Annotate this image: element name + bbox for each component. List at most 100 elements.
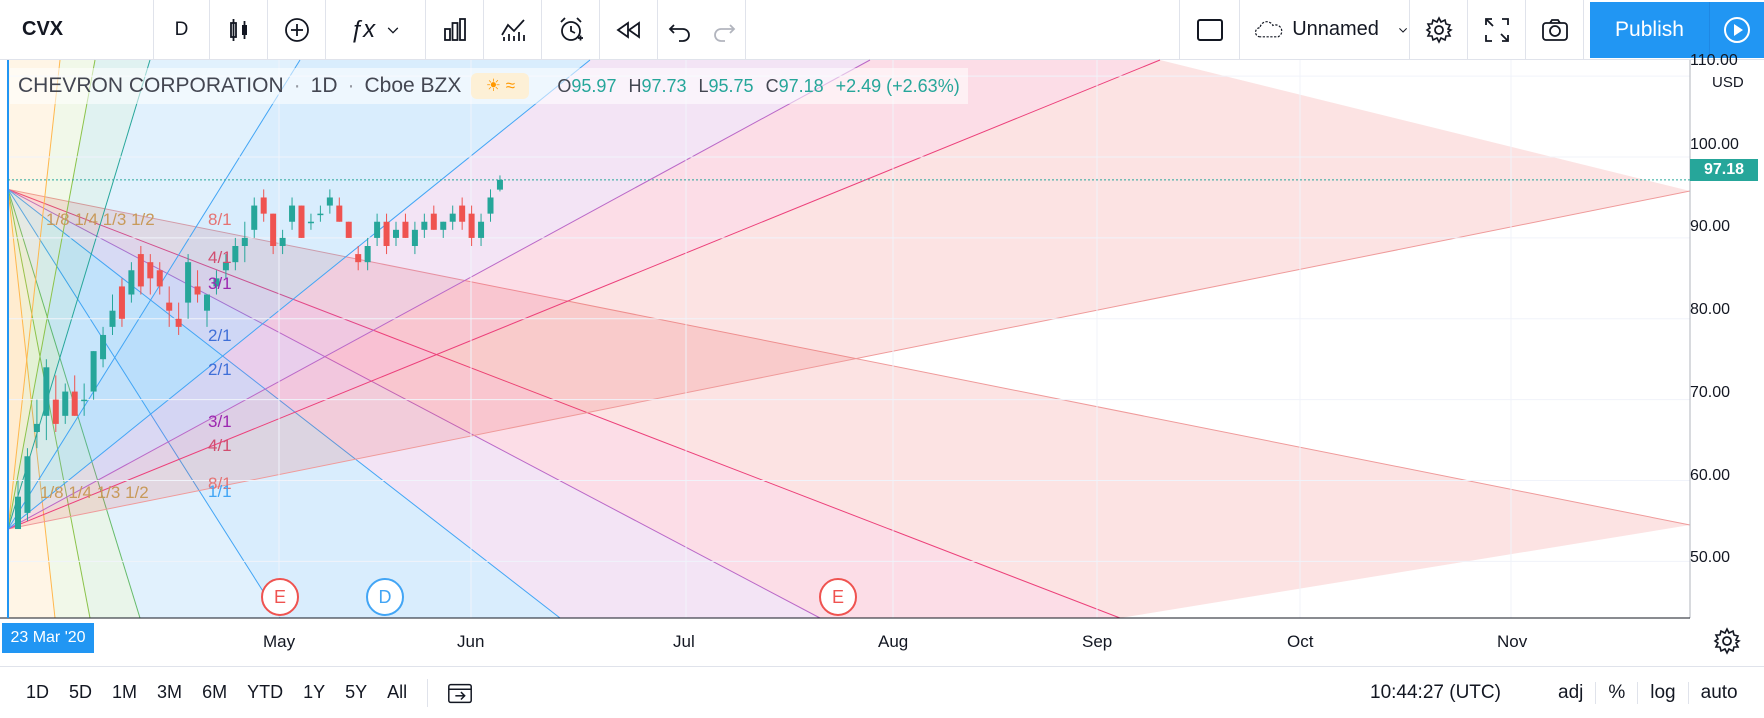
- candle-body: [147, 262, 154, 279]
- candle-body: [478, 221, 485, 238]
- chart-legend: CHEVRON CORPORATION · 1D · Cboe BZX ☀ ≈ …: [10, 68, 968, 104]
- candle-body: [411, 229, 418, 246]
- fan-label: 4/1: [208, 248, 232, 267]
- bottom-toolbar: 1D 5D 1M 3M 6M YTD 1Y 5Y All 10:44:27 (U…: [0, 666, 1764, 718]
- low-value: 95.75: [708, 75, 754, 96]
- time-tick: May: [263, 632, 296, 651]
- candle-body: [185, 262, 192, 303]
- candle-body: [175, 318, 182, 327]
- price-tick: 50.00: [1690, 549, 1731, 566]
- fan-label-upper-cluster: 1/8 1/4 1/3 1/2: [46, 210, 155, 229]
- candle-body: [100, 334, 107, 360]
- fan-label: 2/1: [208, 326, 232, 345]
- candle-body: [317, 213, 324, 216]
- earnings-event[interactable]: E: [819, 578, 857, 616]
- candle-body: [52, 399, 59, 424]
- candle: [298, 205, 305, 238]
- candle-body: [496, 179, 503, 190]
- candle-body: [326, 197, 333, 206]
- fan-label-lower-cluster: 1/8 1/4 1/3 1/2: [40, 483, 149, 502]
- last-price-tag: 97.18: [1690, 159, 1758, 181]
- time-tick: Aug: [878, 632, 909, 651]
- earnings-event[interactable]: E: [261, 578, 299, 616]
- price-tick: 60.00: [1690, 467, 1731, 484]
- candle-body: [289, 205, 296, 222]
- price-tick: 70.00: [1690, 384, 1731, 401]
- candle-body: [468, 213, 475, 238]
- candle-body: [270, 213, 277, 246]
- candle-body: [260, 197, 267, 214]
- candle-body: [345, 221, 352, 238]
- candle-body: [33, 423, 40, 432]
- high-value: 97.73: [641, 75, 687, 96]
- time-tick: Jun: [457, 632, 485, 651]
- fan-label: 4/1: [208, 436, 232, 455]
- candle-body: [298, 205, 305, 238]
- range-6m[interactable]: 6M: [192, 682, 237, 703]
- range-1y[interactable]: 1Y: [293, 682, 335, 703]
- gear-icon[interactable]: [1712, 626, 1742, 656]
- fan-label: 3/1: [208, 412, 232, 431]
- goto-date-icon[interactable]: [446, 679, 474, 707]
- candle-body: [402, 221, 409, 238]
- range-1m[interactable]: 1M: [102, 682, 147, 703]
- chart-canvas[interactable]: [0, 0, 1764, 718]
- close-value: 97.18: [778, 75, 824, 96]
- candle-body: [15, 496, 21, 530]
- legend-exchange: Cboe BZX: [364, 74, 462, 97]
- candle-body: [204, 294, 210, 311]
- change-value: +2.49 (+2.63%): [835, 75, 960, 96]
- candle-body: [307, 221, 314, 224]
- candle-body: [459, 205, 466, 222]
- symbol-name[interactable]: CHEVRON CORPORATION: [18, 74, 284, 98]
- price-tick: 110.00: [1690, 52, 1738, 69]
- candle-body: [383, 221, 390, 246]
- ohlc-values: O95.97 H97.73 L95.75 C97.18 +2.49 (+2.63…: [557, 75, 960, 96]
- candle-body: [194, 286, 201, 295]
- candle-body: [374, 221, 381, 238]
- range-3m[interactable]: 3M: [147, 682, 192, 703]
- adj-toggle[interactable]: adj: [1546, 682, 1595, 704]
- range-ytd[interactable]: YTD: [237, 682, 293, 703]
- currency-label: USD: [1712, 74, 1744, 91]
- candle-body: [279, 237, 286, 246]
- candle-body: [71, 391, 78, 416]
- market-status-icon[interactable]: ☀ ≈: [471, 73, 530, 99]
- candle-body: [166, 302, 173, 311]
- time-tick: Nov: [1497, 632, 1528, 651]
- candle-body: [421, 221, 428, 230]
- candle-body: [43, 367, 50, 416]
- percent-toggle[interactable]: %: [1595, 681, 1637, 704]
- log-toggle[interactable]: log: [1637, 681, 1687, 704]
- candle: [345, 221, 352, 238]
- candle-body: [62, 391, 69, 416]
- auto-toggle[interactable]: auto: [1687, 681, 1750, 704]
- fan-label: 3/1: [208, 274, 232, 293]
- range-1d[interactable]: 1D: [16, 682, 59, 703]
- candle: [24, 448, 31, 521]
- dividend-event[interactable]: D: [366, 578, 404, 616]
- scale-options: adj % log auto: [1546, 681, 1750, 704]
- range-5y[interactable]: 5Y: [335, 682, 377, 703]
- candle-body: [355, 254, 362, 263]
- time-cursor-label: 23 Mar '20: [2, 623, 94, 653]
- candle-body: [128, 270, 135, 295]
- candle-body: [137, 254, 144, 287]
- candle-body: [393, 229, 399, 238]
- range-all[interactable]: All: [377, 682, 417, 703]
- range-5d[interactable]: 5D: [59, 682, 102, 703]
- clock[interactable]: 10:44:27 (UTC): [1370, 682, 1501, 704]
- legend-interval: 1D: [310, 74, 338, 97]
- candle-body: [109, 310, 116, 327]
- candle-body: [251, 205, 258, 230]
- candle-body: [90, 351, 97, 392]
- candle-body: [24, 456, 31, 513]
- candle-body: [364, 246, 371, 263]
- time-tick: Jul: [673, 632, 695, 651]
- gann-fans: [7, 59, 1691, 619]
- divider: [427, 678, 429, 707]
- time-tick: Sep: [1082, 632, 1113, 651]
- price-tick: 100.00: [1690, 136, 1739, 153]
- candle-body: [156, 270, 163, 287]
- fan-label: 2/1: [208, 360, 232, 379]
